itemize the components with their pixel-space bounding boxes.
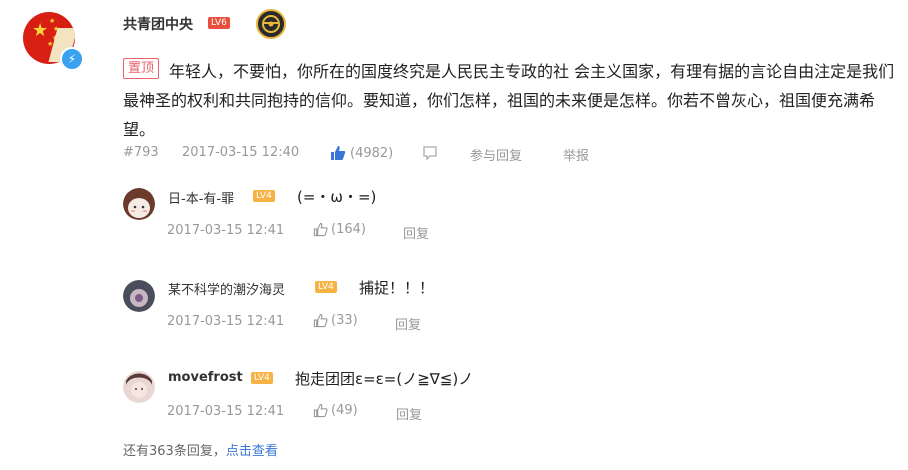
reply-button[interactable]: 回复 <box>396 404 422 423</box>
reply-like-button[interactable]: (164) <box>313 222 366 237</box>
like-button[interactable]: (4982) <box>330 145 393 161</box>
more-replies-text: 还有363条回复， <box>123 444 226 459</box>
reply-button[interactable]: 回复 <box>403 223 429 242</box>
reply-username[interactable]: movefrost <box>168 370 243 385</box>
reply-text: (=・ω・=) <box>297 188 377 206</box>
reply-text: 抱走团团ε=ε=(ノ≧∇≦)ノ <box>295 370 474 388</box>
level-badge: LV4 <box>315 281 337 293</box>
medal-icon[interactable] <box>256 9 286 39</box>
level-badge: LV4 <box>253 190 275 202</box>
floor-number: #793 <box>123 145 159 160</box>
post-username[interactable]: 共青团中央 <box>123 14 193 34</box>
thumbs-up-outline-icon <box>313 222 328 237</box>
reply-like-count: (49) <box>331 403 358 418</box>
post-content: 年轻人，不要怕，你所在的国度终究是人民民主专政的社 会主义国家，有理有据的言论自… <box>123 57 903 144</box>
reply-time: 2017-03-15 12:41 <box>167 314 285 329</box>
reply-username[interactable]: 日-本-有-罪 <box>168 188 234 207</box>
reply-time: 2017-03-15 12:41 <box>167 223 285 238</box>
reply-like-button[interactable]: (49) <box>313 403 358 418</box>
report-button[interactable]: 举报 <box>563 145 589 164</box>
reply-time: 2017-03-15 12:41 <box>167 404 285 419</box>
thumbs-up-icon <box>330 145 346 161</box>
reply-text: 捕捉！！！ <box>359 279 435 297</box>
thumbs-up-outline-icon <box>313 313 328 328</box>
view-more-link[interactable]: 点击查看 <box>226 444 278 459</box>
like-count: (4982) <box>350 145 394 161</box>
reply-avatar[interactable] <box>123 188 155 220</box>
post-content-text: 年轻人，不要怕，你所在的国度终究是人民民主专政的社 会主义国家，有理有据的言论自… <box>123 62 895 139</box>
verified-badge-icon: ⚡ <box>60 47 84 71</box>
post-time: 2017-03-15 12:40 <box>182 145 300 160</box>
level-badge: LV4 <box>251 372 273 384</box>
reply-avatar[interactable] <box>123 371 155 403</box>
reply-like-count: (33) <box>331 313 358 328</box>
reply-like-button[interactable]: (33) <box>313 313 358 328</box>
join-reply-button[interactable]: 参与回复 <box>470 145 522 164</box>
reply-like-count: (164) <box>331 222 366 237</box>
more-replies: 还有363条回复，点击查看 <box>123 440 278 459</box>
star-icon: ★ <box>32 20 49 41</box>
reply-username[interactable]: 某不科学的潮汐海灵 <box>168 279 285 298</box>
level-badge: LV6 <box>208 17 230 29</box>
star-icon: ★ <box>49 17 56 25</box>
thumbs-up-outline-icon <box>313 403 328 418</box>
reply-avatar[interactable] <box>123 280 155 312</box>
reply-button[interactable]: 回复 <box>395 314 421 333</box>
reply-bubble-icon[interactable] <box>422 145 438 161</box>
